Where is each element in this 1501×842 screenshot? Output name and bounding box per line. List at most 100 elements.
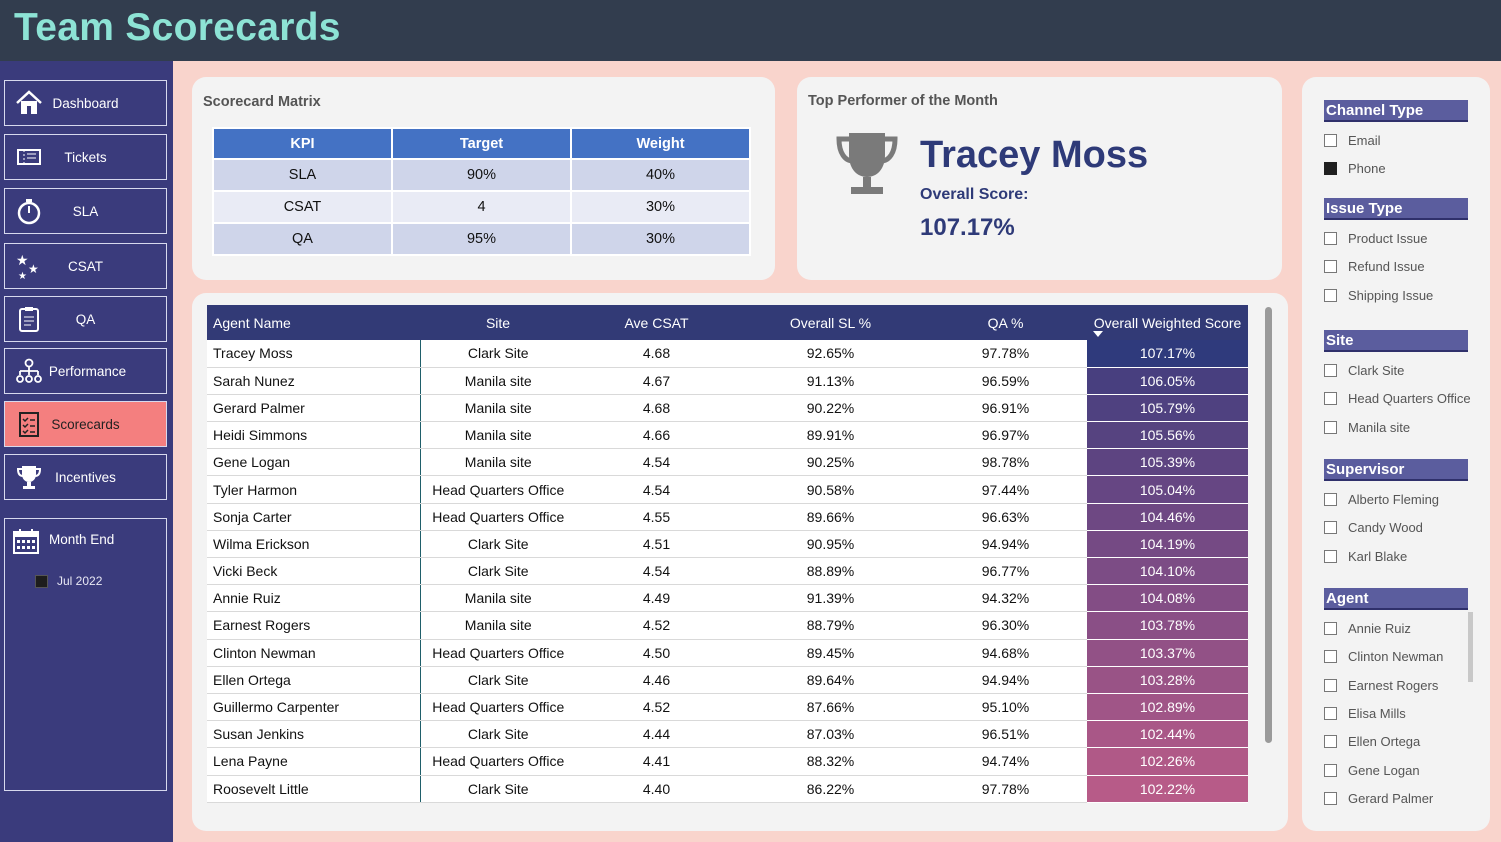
filter-checkbox[interactable] — [1324, 622, 1337, 635]
weighted-score-cell: 103.78% — [1087, 611, 1248, 640]
agent-scores-card: Agent Name Site Ave CSAT Overall SL % QA… — [192, 293, 1288, 831]
table-row[interactable]: Sarah Nunez Manila site 4.67 91.13% 96.59% 10… — [207, 367, 1248, 395]
agent-name-cell: Gene Logan — [207, 448, 421, 477]
table-row[interactable]: Annie Ruiz Manila site 4.49 91.39% 94.32% 104… — [207, 584, 1248, 613]
month-value[interactable]: Jul 2022 — [57, 574, 102, 588]
sort-descending-icon[interactable] — [1093, 331, 1103, 337]
site-cell: Head Quarters Office — [420, 693, 576, 722]
ave-csat-cell: 4.44 — [576, 720, 737, 749]
nav-dashboard-button[interactable]: Dashboard — [4, 80, 167, 126]
filter-option[interactable]: Manila site — [1324, 420, 1410, 435]
filter-option[interactable]: Email — [1324, 133, 1381, 148]
filter-option[interactable]: Product Issue — [1324, 231, 1428, 246]
filter-option[interactable]: Clark Site — [1324, 363, 1404, 378]
table-row[interactable]: Susan Jenkins Clark Site 4.44 87.03% 96.51% 1… — [207, 720, 1248, 749]
filter-option[interactable]: Annie Ruiz — [1324, 621, 1411, 636]
filter-option-label: Email — [1348, 133, 1381, 148]
filter-option[interactable]: Gerard Palmer — [1324, 791, 1433, 806]
filter-checkbox[interactable] — [1324, 420, 1337, 434]
table-row[interactable]: Gerard Palmer Manila site 4.68 90.22% 96.91%… — [207, 394, 1248, 423]
col-header-ave-csat[interactable]: Ave CSAT — [576, 305, 737, 340]
agent-name-cell: Annie Ruiz — [207, 584, 421, 613]
filter-option[interactable]: Earnest Rogers — [1324, 678, 1438, 693]
filter-option[interactable]: Refund Issue — [1324, 259, 1425, 274]
table-row[interactable]: Earnest Rogers Manila site 4.52 88.79% 96.30… — [207, 611, 1248, 640]
filter-option[interactable]: Alberto Fleming — [1324, 492, 1439, 507]
filter-checkbox[interactable] — [1324, 791, 1337, 805]
table-scrollbar[interactable] — [1265, 307, 1272, 743]
table-row[interactable]: Vicki Beck Clark Site 4.54 88.89% 96.77% 104.… — [207, 557, 1248, 586]
filter-checkbox[interactable] — [1324, 260, 1337, 274]
overall-score-label: Overall Score: — [920, 186, 1029, 203]
table-row[interactable]: Clinton Newman Head Quarters Office 4.50 89… — [207, 639, 1248, 667]
filter-option[interactable]: Phone — [1324, 161, 1386, 176]
filter-option[interactable]: Head Quarters Office — [1324, 391, 1471, 406]
nav-csat-button[interactable]: ★ ★ ★ CSAT — [4, 243, 167, 289]
table-row[interactable]: Roosevelt Little Clark Site 4.40 86.22% 97.7… — [207, 775, 1248, 803]
filter-checkbox[interactable] — [1324, 521, 1337, 535]
filter-option[interactable]: Gene Logan — [1324, 763, 1420, 778]
nav-incentives-button[interactable]: Incentives — [4, 454, 167, 500]
filter-option[interactable]: Candy Wood — [1324, 520, 1423, 535]
overall-sl-cell: 89.66% — [737, 503, 924, 531]
col-header-qa[interactable]: QA % — [924, 305, 1087, 340]
weighted-score-cell: 102.26% — [1087, 747, 1248, 776]
calendar-icon — [12, 527, 40, 555]
month-checkbox[interactable] — [35, 575, 48, 588]
filter-checkbox[interactable] — [1324, 392, 1337, 406]
agent-name-cell: Guillermo Carpenter — [207, 693, 421, 722]
filter-option-label: Gene Logan — [1348, 762, 1420, 778]
overall-sl-cell: 90.22% — [737, 394, 924, 423]
filter-checkbox[interactable] — [1324, 650, 1337, 664]
table-row[interactable]: Lena Payne Head Quarters Office 4.41 88.32%… — [207, 747, 1248, 776]
filter-option[interactable]: Clinton Newman — [1324, 649, 1443, 664]
filter-checkbox[interactable] — [1324, 763, 1337, 777]
table-row[interactable]: Wilma Erickson Clark Site 4.51 90.95% 94.94%… — [207, 530, 1248, 559]
filter-checkbox[interactable] — [1324, 364, 1337, 377]
table-row[interactable]: Tracey Moss Clark Site 4.68 92.65% 97.78% 107… — [207, 340, 1248, 368]
agent-name-cell: Vicki Beck — [207, 557, 421, 586]
ave-csat-cell: 4.41 — [576, 747, 737, 776]
overall-sl-cell: 89.64% — [737, 666, 924, 694]
kpi-matrix-table: KPI Target Weight SLA 90% 40% CSAT 4 30%… — [212, 127, 751, 256]
filter-option[interactable]: Shipping Issue — [1324, 288, 1433, 303]
title-bar: Team Scorecards — [0, 0, 1501, 61]
table-row[interactable]: Heidi Simmons Manila site 4.66 89.91% 96.97%… — [207, 421, 1248, 450]
site-cell: Manila site — [420, 584, 576, 613]
filter-group-title: Site — [1324, 330, 1468, 352]
filter-checkbox[interactable] — [1324, 493, 1337, 506]
agent-filter-scrollbar[interactable] — [1468, 612, 1473, 682]
site-cell: Head Quarters Office — [420, 503, 576, 531]
filter-option[interactable]: Ellen Ortega — [1324, 734, 1420, 749]
filter-checkbox[interactable] — [1324, 232, 1337, 245]
table-row[interactable]: Ellen Ortega Clark Site 4.46 89.64% 94.94% 10… — [207, 666, 1248, 694]
col-header-overall-sl[interactable]: Overall SL % — [737, 305, 924, 340]
nav-tickets-button[interactable]: Tickets — [4, 134, 167, 180]
filter-checkbox[interactable] — [1324, 735, 1337, 749]
filter-checkbox[interactable] — [1324, 162, 1337, 176]
nav-sla-button[interactable]: SLA — [4, 188, 167, 234]
filter-option[interactable]: Karl Blake — [1324, 549, 1407, 564]
overall-sl-cell: 89.45% — [737, 639, 924, 667]
overall-sl-cell: 87.03% — [737, 720, 924, 749]
filter-checkbox[interactable] — [1324, 288, 1337, 302]
nav-csat-label: CSAT — [67, 258, 103, 274]
filter-group-title: Issue Type — [1324, 198, 1468, 220]
table-row[interactable]: Gene Logan Manila site 4.54 90.25% 98.78% 105… — [207, 448, 1248, 477]
table-row[interactable]: Guillermo Carpenter Head Quarters Office 4… — [207, 693, 1248, 722]
filter-checkbox[interactable] — [1324, 134, 1337, 147]
agent-name-cell: Roosevelt Little — [207, 775, 421, 803]
filter-checkbox[interactable] — [1324, 678, 1337, 692]
col-header-agent-name[interactable]: Agent Name — [207, 305, 420, 340]
filter-checkbox[interactable] — [1324, 706, 1337, 720]
table-row[interactable]: Sonja Carter Head Quarters Office 4.55 89.6… — [207, 503, 1248, 531]
col-header-weighted-score[interactable]: Overall Weighted Score — [1087, 305, 1248, 340]
table-row[interactable]: Tyler Harmon Head Quarters Office 4.54 90.5… — [207, 475, 1248, 504]
filter-group-title: Supervisor — [1324, 459, 1468, 481]
nav-qa-button[interactable]: QA — [4, 296, 167, 342]
nav-performance-button[interactable]: Performance — [4, 348, 167, 394]
filter-option[interactable]: Elisa Mills — [1324, 706, 1406, 721]
filter-checkbox[interactable] — [1324, 549, 1337, 563]
col-header-site[interactable]: Site — [420, 305, 576, 340]
nav-scorecards-button[interactable]: Scorecards — [4, 401, 167, 447]
